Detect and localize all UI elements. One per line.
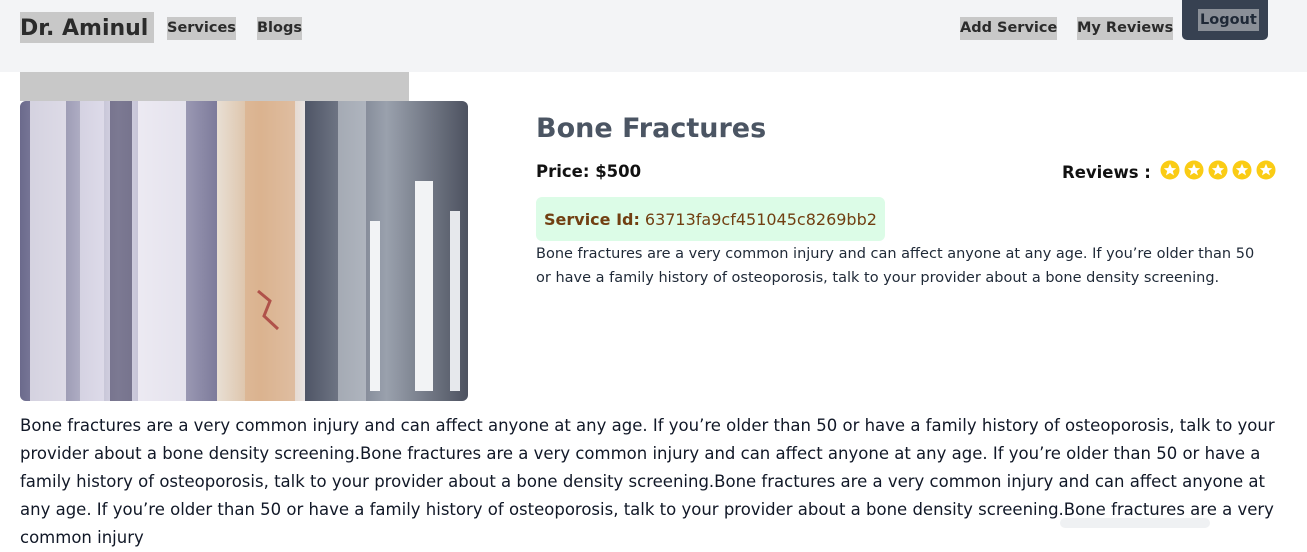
service-id-label: Service Id: [544, 209, 640, 229]
service-id-value: 63713fa9cf451045c8269bb2 [644, 209, 877, 229]
reviews-label: Reviews : [1062, 162, 1151, 182]
rating-stars [1156, 160, 1276, 184]
nav-link-my-reviews[interactable]: My Reviews [1077, 17, 1174, 40]
star-icon [1160, 160, 1180, 180]
xray-illustration [20, 101, 468, 401]
floating-element-shadow [1060, 518, 1210, 528]
logout-label: Logout [1198, 9, 1259, 31]
logout-button[interactable]: Logout [1182, 0, 1268, 40]
nav-link-services[interactable]: Services [167, 17, 236, 40]
star-icon [1184, 160, 1204, 180]
brand-logo[interactable]: Dr. Aminul [20, 12, 155, 43]
navbar: Dr. Aminul Services Blogs Add Service My… [0, 0, 1307, 72]
service-image [20, 101, 468, 401]
service-title: Bone Fractures [536, 113, 767, 144]
short-description: Bone fractures are a very common injury … [536, 246, 1255, 286]
image-placeholder-strip [20, 72, 409, 101]
long-description: Bone fractures are a very common injury … [20, 416, 1275, 547]
service-price: Price: $500 [536, 162, 642, 181]
star-icon [1208, 160, 1228, 180]
star-icon [1232, 160, 1252, 180]
nav-link-blogs[interactable]: Blogs [257, 17, 302, 40]
nav-link-add-service[interactable]: Add Service [960, 17, 1058, 40]
star-icon [1256, 160, 1276, 180]
reviews-rating: Reviews : [1062, 160, 1276, 184]
service-id-badge: Service Id: 63713fa9cf451045c8269bb2 [536, 197, 885, 241]
